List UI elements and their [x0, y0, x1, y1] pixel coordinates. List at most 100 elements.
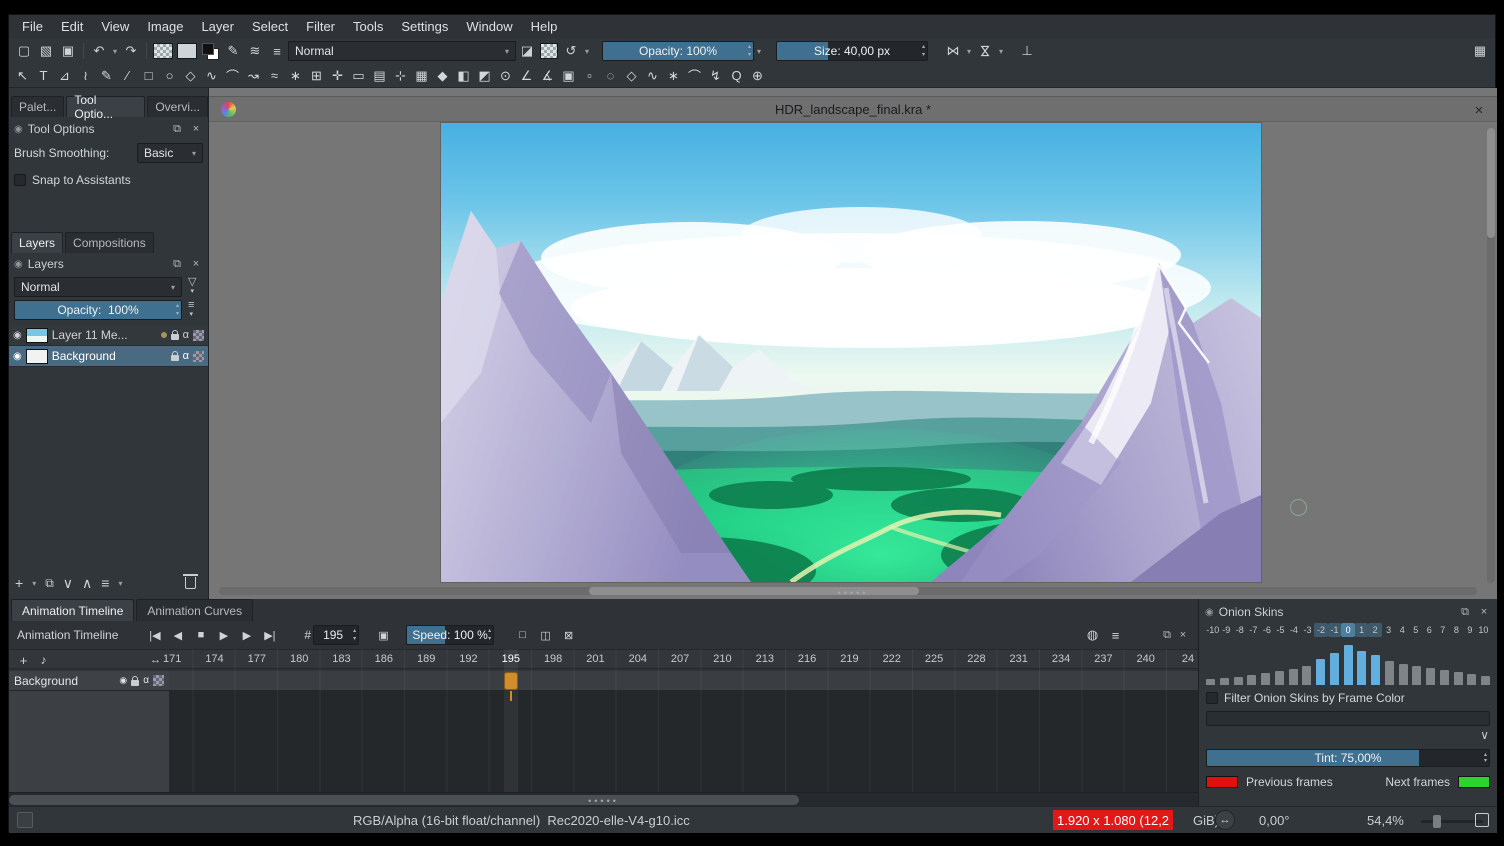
opacity-slider[interactable]: Opacity: 100% ▴▾	[602, 41, 754, 61]
frame-number[interactable]: 171	[151, 650, 193, 670]
onion-opacity-bar[interactable]	[1344, 645, 1353, 685]
menu-item[interactable]: File	[13, 18, 52, 35]
onion-offset-toggle[interactable]: -7	[1247, 623, 1261, 637]
splitter-handle[interactable]: •••••	[588, 796, 619, 806]
pattern-tool[interactable]: ▦	[411, 66, 432, 86]
alpha-icon[interactable]: α	[143, 675, 149, 686]
assistants-tool[interactable]: ∠	[516, 66, 537, 86]
rotation-reset-button[interactable]: ↔	[1215, 810, 1235, 830]
onion-opacity-bar[interactable]	[1467, 674, 1476, 685]
properties-dropdown-icon[interactable]: ▾	[118, 579, 122, 588]
onion-offset-toggle[interactable]: -2	[1314, 623, 1328, 637]
reference-images-tool[interactable]: ▣	[558, 66, 579, 86]
polyline-tool[interactable]: ∿	[201, 66, 222, 86]
docker-tab[interactable]: Animation Timeline	[11, 599, 134, 621]
eye-icon[interactable]: ◉	[13, 330, 22, 341]
close-icon[interactable]: ×	[189, 258, 203, 270]
float-icon[interactable]: ⧉	[1160, 629, 1174, 642]
new-blank-frame-icon[interactable]: □	[512, 625, 533, 645]
scrollbar-handle[interactable]	[1487, 128, 1495, 238]
dock-tab[interactable]: Palet...	[11, 96, 64, 117]
lock-icon[interactable]	[171, 334, 179, 340]
docker-tab[interactable]: Animation Curves	[136, 599, 253, 621]
onion-offset-toggle[interactable]: -1	[1328, 623, 1342, 637]
frame-ruler[interactable]: + ♪ ↔ 1711741771801831861891921951982012…	[9, 649, 1198, 669]
onion-skin-toggle-icon[interactable]: ◍	[1082, 625, 1103, 645]
onion-opacity-bar[interactable]	[1330, 653, 1339, 685]
multibrush-tool[interactable]: ∗	[285, 66, 306, 86]
playhead-marker[interactable]	[504, 672, 518, 690]
delete-layer-button[interactable]	[185, 577, 196, 589]
spin-up-icon[interactable]: ▴	[922, 44, 925, 50]
onion-offset-toggle[interactable]: -5	[1274, 623, 1288, 637]
add-layer-dropdown-icon[interactable]: ▾	[32, 579, 36, 588]
duplicate-layer-button[interactable]: ⧉	[45, 576, 54, 591]
onion-opacity-bar[interactable]	[1426, 668, 1435, 685]
redo-icon[interactable]: ↷	[120, 40, 142, 62]
onion-opacity-bar[interactable]	[1302, 666, 1311, 685]
brush-preset-icon[interactable]: ✎	[222, 40, 244, 62]
add-layer-button[interactable]: +	[15, 575, 23, 591]
onion-offset-toggle[interactable]: 5	[1409, 623, 1423, 637]
onion-offset-toggle[interactable]: -8	[1233, 623, 1247, 637]
onion-opacity-bar[interactable]	[1385, 661, 1394, 685]
menu-item[interactable]: Settings	[392, 18, 457, 35]
fg-bg-color-swatch[interactable]	[202, 43, 219, 60]
onion-offset-toggle[interactable]: 6	[1423, 623, 1437, 637]
workspace-chooser-icon[interactable]: ▦	[1469, 40, 1491, 62]
alpha-checker-icon[interactable]	[153, 675, 164, 686]
next-frame-button[interactable]: ▶	[236, 625, 257, 645]
frame-number[interactable]: 183	[320, 650, 362, 670]
onion-offset-toggle[interactable]: 4	[1395, 623, 1409, 637]
undo-dropdown-icon[interactable]: ▾	[110, 40, 120, 62]
menu-item[interactable]: Edit	[52, 18, 92, 35]
canvas-viewport[interactable]: HDR_landscape_final.kra * ×	[209, 88, 1497, 599]
add-timeline-layer-icon[interactable]: +	[13, 650, 34, 670]
crop-tool[interactable]: ▭	[348, 66, 369, 86]
fill-tool[interactable]: ◧	[453, 66, 474, 86]
timeline-layer-row[interactable]: Background ◉ α	[9, 671, 169, 691]
frame-number[interactable]: 231	[998, 650, 1040, 670]
frame-number[interactable]: 186	[363, 650, 405, 670]
gradient-tool[interactable]: ▤	[369, 66, 390, 86]
dock-tab[interactable]: Compositions	[65, 232, 154, 253]
frame-color-filter-select[interactable]	[1206, 711, 1490, 726]
zoom-tool[interactable]: Q	[726, 66, 747, 86]
alpha-icon[interactable]: α	[183, 350, 189, 362]
duplicate-frame-icon[interactable]: ◫	[535, 625, 556, 645]
stop-button[interactable]: ■	[190, 625, 211, 645]
opacity-dropdown-icon[interactable]: ▾	[754, 40, 764, 62]
frame-number[interactable]: 177	[236, 650, 278, 670]
onion-offset-toggle[interactable]: -4	[1287, 623, 1301, 637]
onion-opacity-bar[interactable]	[1357, 651, 1366, 685]
menu-item[interactable]: Image	[138, 18, 192, 35]
freehand-path-tool[interactable]: ↝	[243, 66, 264, 86]
brush-editor-icon[interactable]: ≡	[266, 40, 288, 62]
select-shapes-tool[interactable]: ↖	[12, 66, 33, 86]
brush-smoothing-select[interactable]: Basic ▾	[137, 143, 203, 163]
menu-item[interactable]: Select	[243, 18, 297, 35]
skip-to-end-button[interactable]: ▶|	[259, 625, 280, 645]
menu-item[interactable]: Help	[522, 18, 567, 35]
frame-number[interactable]: 189	[405, 650, 447, 670]
new-image-icon[interactable]: ▢	[13, 40, 35, 62]
smart-patch-tool[interactable]: ◆	[432, 66, 453, 86]
dock-tab[interactable]: Layers	[11, 232, 63, 253]
mirror-vertical-dropdown-icon[interactable]: ▾	[996, 40, 1006, 62]
canvas-only-mode-button[interactable]	[1475, 813, 1489, 827]
reload-preset-icon[interactable]: ↺	[560, 40, 582, 62]
onion-offset-toggle[interactable]: 3	[1382, 623, 1396, 637]
frame-number[interactable]: 219	[828, 650, 870, 670]
onion-opacity-bar[interactable]	[1399, 664, 1408, 685]
move-layer-up-button[interactable]: ∧	[82, 575, 92, 592]
menu-item[interactable]: View	[92, 18, 138, 35]
blend-mode-select[interactable]: Normal ▾	[288, 41, 516, 61]
spin-down-icon[interactable]: ▾	[922, 52, 925, 58]
frame-number[interactable]: 222	[871, 650, 913, 670]
scrollbar-handle[interactable]	[589, 587, 919, 595]
layer-options-icon[interactable]: ≡▾	[188, 301, 194, 319]
undo-icon[interactable]: ↶	[88, 40, 110, 62]
onion-offset-toggle[interactable]: -10	[1206, 623, 1220, 637]
menu-item[interactable]: Tools	[344, 18, 392, 35]
previous-frames-color[interactable]	[1206, 776, 1238, 788]
